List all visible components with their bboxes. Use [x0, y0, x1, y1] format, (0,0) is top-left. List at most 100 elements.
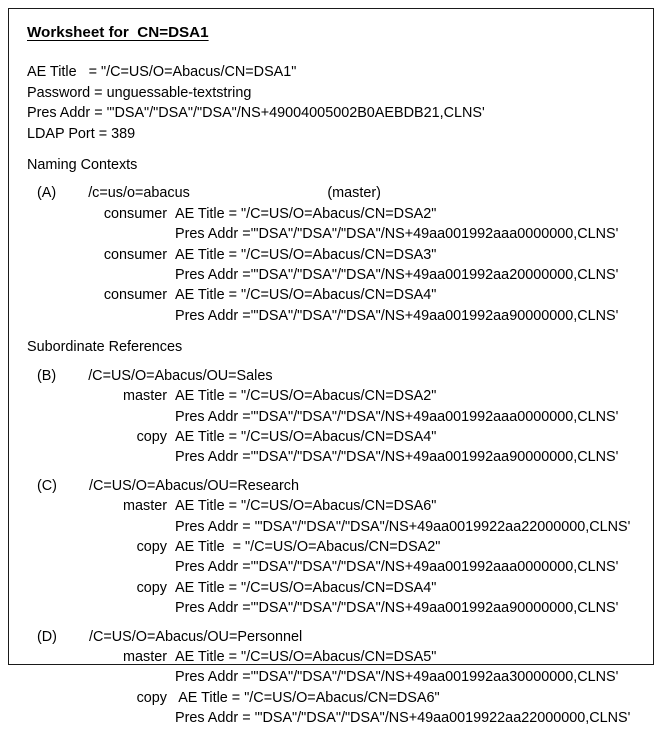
group-ref: (C): [37, 477, 57, 494]
entry-ae-title-line: copy AE Title = "/C=US/O=Abacus/CN=DSA2": [27, 537, 643, 557]
entry-pres-addr-label: Pres Addr =: [175, 559, 251, 576]
group-header: (D) /C=US/O=Abacus/OU=Personnel: [27, 627, 643, 647]
entry-ae-title-value: "/C=US/O=Abacus/CN=DSA5": [241, 648, 437, 665]
entry-role: master: [123, 498, 167, 515]
page-title: Worksheet for CN=DSA1: [27, 24, 209, 41]
entry-pres-addr-label: Pres Addr =: [175, 267, 251, 284]
entry-pres-addr-label: Pres Addr =: [175, 710, 255, 727]
entry-pres-addr-value: '"DSA"/"DSA"/"DSA"/NS+49aa0019922aa22000…: [254, 710, 631, 727]
group-distinguished-name: /C=US/O=Abacus/OU=Research: [88, 477, 299, 494]
entry-ae-title-label: AE Title =: [175, 648, 241, 665]
group-header: (B) /C=US/O=Abacus/OU=Sales: [27, 366, 643, 386]
entry-ae-title-value: "/C=US/O=Abacus/CN=DSA6": [241, 498, 437, 515]
entry-pres-addr-line: Pres Addr ='"DSA"/"DSA"/"DSA"/NS+49aa001…: [27, 407, 643, 427]
entry-ae-title-line: consumer AE Title = "/C=US/O=Abacus/CN=DS…: [27, 285, 643, 305]
entry-ae-title-line: master AE Title = "/C=US/O=Abacus/CN=DSA2…: [27, 386, 643, 406]
header-field-value: '"DSA"/"DSA"/"DSA"/NS+49004005002B0AEBDB…: [106, 105, 485, 122]
entry-ae-title-line: master AE Title = "/C=US/O=Abacus/CN=DSA5…: [27, 647, 643, 667]
entry-role: master: [123, 388, 167, 405]
entry-pres-addr-value: '"DSA"/"DSA"/"DSA"/NS+49aa0019922aa22000…: [254, 518, 631, 535]
group-a: (A) /c=us/o=abacus (master) consumer AE Titl…: [27, 183, 643, 326]
entry-ae-title-label: AE Title =: [175, 428, 241, 445]
group-d: (D) /C=US/O=Abacus/OU=Personnel master AE T…: [27, 627, 643, 729]
page-title-row: Worksheet for CN=DSA1: [27, 23, 643, 55]
section-heading: Subordinate References: [27, 339, 183, 356]
header-field-separator: =: [90, 84, 107, 101]
entry-ae-title-value: "/C=US/O=Abacus/CN=DSA3": [241, 246, 437, 263]
entry-role: copy: [136, 689, 167, 706]
entry-ae-title-value: "/C=US/O=Abacus/CN=DSA6": [244, 689, 440, 706]
header-field-value: 389: [111, 125, 136, 142]
entry-pres-addr-value: '"DSA"/"DSA"/"DSA"/NS+49aa001992aa900000…: [250, 307, 619, 324]
group-distinguished-name: /C=US/O=Abacus/OU=Personnel: [88, 628, 303, 645]
group-distinguished-name: /C=US/O=Abacus/OU=Sales: [88, 367, 273, 384]
header-field-label: LDAP Port: [27, 125, 95, 142]
entry-ae-title-line: copy AE Title = "/C=US/O=Abacus/CN=DSA4": [27, 427, 643, 447]
entry-ae-title-line: master AE Title = "/C=US/O=Abacus/CN=DSA6…: [27, 496, 643, 516]
entry-role: copy: [136, 428, 167, 445]
entry-ae-title-label: AE Title =: [175, 388, 241, 405]
entry-ae-title-value: "/C=US/O=Abacus/CN=DSA4": [241, 579, 437, 596]
entry-pres-addr-line: Pres Addr ='"DSA"/"DSA"/"DSA"/NS+49aa001…: [27, 224, 643, 244]
group-ref: (A): [37, 185, 57, 202]
header-field-value: unguessable-textstring: [106, 84, 252, 101]
entry-pres-addr-label: Pres Addr =: [175, 600, 251, 617]
entry-ae-title-label: AE Title =: [175, 579, 241, 596]
group-distinguished-name: /c=us/o=abacus: [88, 185, 190, 202]
entry-pres-addr-label: Pres Addr =: [175, 408, 251, 425]
group-header: (A) /c=us/o=abacus (master): [27, 183, 643, 203]
entry-role: copy: [136, 538, 167, 555]
header-field-label: Password: [27, 84, 91, 101]
title-gap: [27, 55, 643, 62]
header-field-value: "/C=US/O=Abacus/CN=DSA1": [101, 64, 297, 81]
entry-pres-addr-value: '"DSA"/"DSA"/"DSA"/NS+49aa001992aaa00000…: [250, 226, 619, 243]
entry-pres-addr-label: Pres Addr =: [175, 518, 255, 535]
header-field-separator: =: [90, 105, 107, 122]
entry-ae-title-value: "/C=US/O=Abacus/CN=DSA2": [241, 388, 437, 405]
header-field-pres-addr: Pres Addr = '"DSA"/"DSA"/"DSA"/NS+490040…: [27, 103, 643, 123]
entry-pres-addr-label: Pres Addr =: [175, 226, 251, 243]
entry-pres-addr-value: '"DSA"/"DSA"/"DSA"/NS+49aa001992aa900000…: [250, 600, 619, 617]
entry-ae-title-label: AE Title =: [175, 205, 241, 222]
group-annotation: (master): [327, 185, 381, 202]
entry-pres-addr-line: Pres Addr ='"DSA"/"DSA"/"DSA"/NS+49aa001…: [27, 447, 643, 467]
entry-pres-addr-label: Pres Addr =: [175, 669, 251, 686]
entry-ae-title-label: AE Title =: [175, 498, 241, 515]
entry-role: master: [123, 648, 167, 665]
entry-ae-title-line: consumer AE Title = "/C=US/O=Abacus/CN=DS…: [27, 204, 643, 224]
entry-ae-title-line: copy AE Title = "/C=US/O=Abacus/CN=DSA6": [27, 688, 643, 708]
entry-role: consumer: [103, 246, 167, 263]
entry-pres-addr-line: Pres Addr ='"DSA"/"DSA"/"DSA"/NS+49aa001…: [27, 306, 643, 326]
entry-pres-addr-label: Pres Addr =: [175, 307, 251, 324]
entry-pres-addr-value: '"DSA"/"DSA"/"DSA"/NS+49aa001992aaa00000…: [250, 408, 619, 425]
header-field-label: Pres Addr: [27, 105, 91, 122]
entry-ae-title-value: "/C=US/O=Abacus/CN=DSA4": [241, 287, 437, 304]
entry-pres-addr-line: Pres Addr = '"DSA"/"DSA"/"DSA"/NS+49aa00…: [27, 517, 643, 537]
group-c: (C) /C=US/O=Abacus/OU=Research master AE Ti…: [27, 476, 643, 619]
entry-ae-title-line: copy AE Title = "/C=US/O=Abacus/CN=DSA4": [27, 578, 643, 598]
entry-pres-addr-value: '"DSA"/"DSA"/"DSA"/NS+49aa001992aa900000…: [250, 449, 619, 466]
entry-pres-addr-line: Pres Addr ='"DSA"/"DSA"/"DSA"/NS+49aa001…: [27, 557, 643, 577]
header-field-password: Password = unguessable-textstring: [27, 83, 643, 103]
group-ref: (D): [37, 628, 57, 645]
entry-pres-addr-line: Pres Addr = '"DSA"/"DSA"/"DSA"/NS+49aa00…: [27, 708, 643, 728]
entry-ae-title-label: AE Title =: [175, 287, 241, 304]
entry-ae-title-value: "/C=US/O=Abacus/CN=DSA2": [245, 538, 441, 555]
section-heading: Naming Contexts: [27, 157, 138, 174]
entry-pres-addr-value: '"DSA"/"DSA"/"DSA"/NS+49aa001992aaa00000…: [250, 559, 619, 576]
header-field-separator: =: [76, 64, 101, 81]
entry-ae-title-label: AE Title =: [175, 246, 241, 263]
entry-ae-title-label: AE Title =: [175, 689, 245, 706]
entry-pres-addr-line: Pres Addr ='"DSA"/"DSA"/"DSA"/NS+49aa001…: [27, 265, 643, 285]
entry-role: consumer: [103, 287, 167, 304]
group-header: (C) /C=US/O=Abacus/OU=Research: [27, 476, 643, 496]
group-b: (B) /C=US/O=Abacus/OU=Sales master AE Title…: [27, 366, 643, 468]
entry-pres-addr-label: Pres Addr =: [175, 449, 251, 466]
group-ref: (B): [37, 367, 57, 384]
entry-role: consumer: [103, 205, 167, 222]
header-field-separator: =: [94, 125, 112, 142]
entry-role: copy: [136, 579, 167, 596]
header-field-ae-title: AE Title = "/C=US/O=Abacus/CN=DSA1": [27, 62, 643, 82]
worksheet-content: Worksheet for CN=DSA1 AE Title = "/C=US/O…: [9, 9, 653, 729]
entry-ae-title-value: "/C=US/O=Abacus/CN=DSA4": [241, 428, 437, 445]
